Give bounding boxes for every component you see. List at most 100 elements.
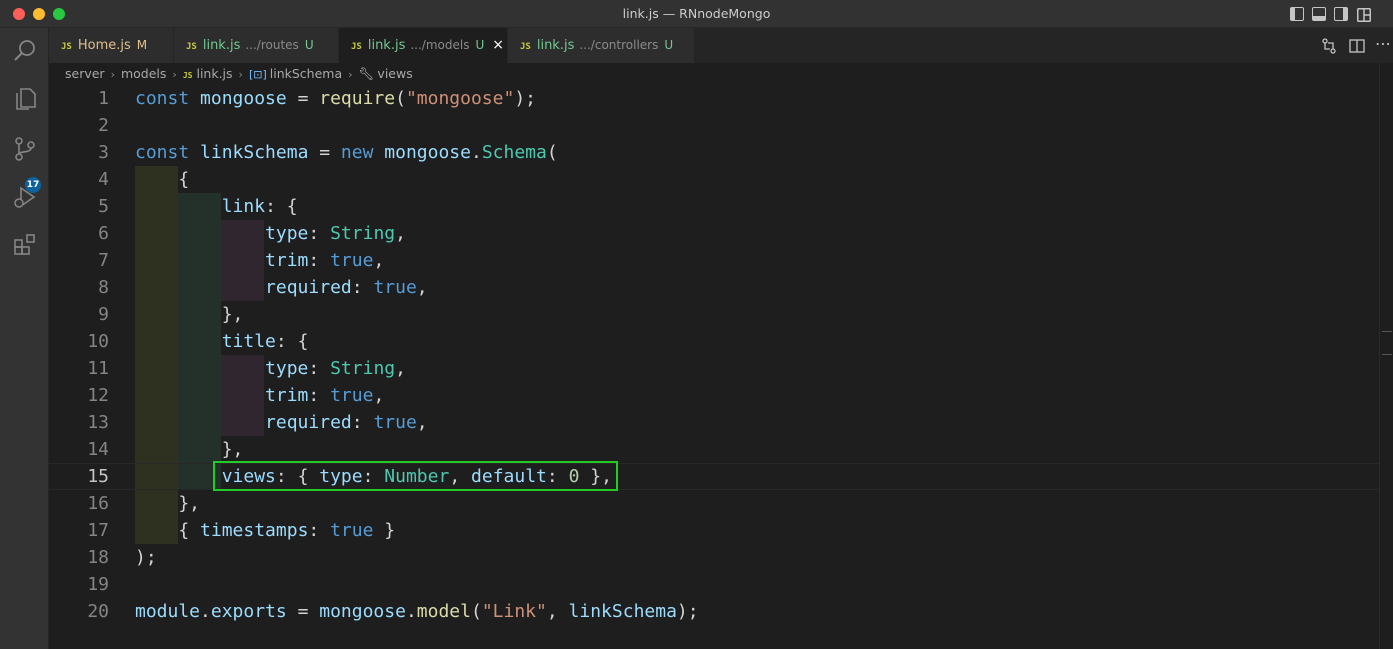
line-number: 18 <box>87 547 109 568</box>
javascript-file-icon: JS <box>182 71 193 80</box>
line-number: 17 <box>87 520 109 541</box>
scrollbar-cursor-marker <box>1382 331 1392 355</box>
tab-link-js-controllers[interactable]: JS link.js .../controllers U <box>508 28 695 63</box>
close-tab-icon[interactable]: × <box>492 37 504 53</box>
code-line: 14 }, <box>49 436 1379 463</box>
toggle-secondary-sidebar-icon[interactable] <box>1334 7 1348 21</box>
code-text: }, <box>135 304 244 325</box>
code-line: 8 required: true, <box>49 274 1379 301</box>
tab-label: Home.js <box>77 38 131 53</box>
tab-directory: .../controllers <box>579 38 659 52</box>
code-text: title: { <box>221 331 309 352</box>
code-text: required: true, <box>265 277 428 298</box>
breadcrumb-item-views[interactable]: views <box>377 66 412 81</box>
code-line: 2 <box>49 112 1379 139</box>
code-text: required: true, <box>265 412 428 433</box>
breadcrumb: server › models › JS link.js › [⊡] linkSchema › 🔧︎… <box>49 63 1379 85</box>
extensions-icon[interactable] <box>12 232 38 258</box>
code-line: 17 { timestamps: true } <box>49 517 1379 544</box>
code-text: const mongoose = require("mongoose"); <box>135 88 537 109</box>
line-number: 4 <box>98 169 109 190</box>
tab-link-js-models[interactable]: JS link.js .../models U × <box>339 28 508 63</box>
line-number: 6 <box>98 223 109 244</box>
breadcrumb-item-models[interactable]: models <box>121 66 166 81</box>
code-text: module.exports = mongoose.model("Link", … <box>135 601 699 622</box>
code-text: { <box>135 169 190 190</box>
toggle-primary-sidebar-icon[interactable] <box>1290 7 1304 21</box>
toggle-panel-icon[interactable] <box>1312 7 1326 21</box>
tab-label: link.js <box>202 38 241 53</box>
line-number: 12 <box>87 385 109 406</box>
code-line: 5 link: { <box>49 193 1379 220</box>
explorer-icon[interactable] <box>12 86 38 112</box>
customize-layout-icon[interactable] <box>1357 7 1371 22</box>
line-number: 9 <box>98 304 109 325</box>
split-editor-icon[interactable] <box>1349 38 1365 58</box>
line-number: 7 <box>98 250 109 271</box>
code-text: }, <box>135 493 201 514</box>
code-text: { timestamps: true } <box>135 520 396 541</box>
tab-label: link.js <box>536 38 575 53</box>
line-number: 2 <box>98 115 109 136</box>
chevron-right-icon: › <box>172 68 177 81</box>
code-text: }, <box>135 439 244 460</box>
title-bar: link.js — RNnodeMongo <box>0 0 1393 28</box>
code-text: type: String, <box>265 358 406 379</box>
tab-directory: .../models <box>410 38 470 52</box>
editor-tab-bar: JS Home.js M JS link.js .../routes U JS link.j… <box>49 28 1393 63</box>
code-line: 20 module.exports = mongoose.model("Link… <box>49 598 1379 625</box>
code-line: 7 trim: true, <box>49 247 1379 274</box>
vertical-scrollbar[interactable] <box>1379 63 1393 649</box>
code-text: const linkSchema = new mongoose.Schema( <box>135 142 558 163</box>
more-actions-icon[interactable]: ⋯ <box>1375 34 1391 53</box>
open-changes-icon[interactable] <box>1321 38 1337 58</box>
code-line: 12 trim: true, <box>49 382 1379 409</box>
code-line: 13 required: true, <box>49 409 1379 436</box>
tab-link-js-routes[interactable]: JS link.js .../routes U <box>174 28 339 63</box>
javascript-file-icon: JS <box>186 42 197 52</box>
symbol-property-icon: 🔧︎ <box>358 66 375 81</box>
code-line: 10 title: { <box>49 328 1379 355</box>
git-status-untracked: U <box>304 38 314 52</box>
javascript-file-icon: JS <box>520 42 531 52</box>
line-number: 10 <box>87 331 109 352</box>
window-title: link.js — RNnodeMongo <box>622 6 771 21</box>
code-line: 3 const linkSchema = new mongoose.Schema… <box>49 139 1379 166</box>
breadcrumb-item-server[interactable]: server <box>65 66 105 81</box>
search-icon[interactable] <box>12 38 38 64</box>
git-status-untracked: U <box>664 38 674 52</box>
line-number: 3 <box>98 142 109 163</box>
tab-home-js[interactable]: JS Home.js M <box>49 28 174 63</box>
line-number: 14 <box>87 439 109 460</box>
line-number: 15 <box>87 466 109 487</box>
symbol-variable-icon: [⊡] <box>248 68 267 81</box>
code-text: trim: true, <box>265 385 385 406</box>
chevron-right-icon: › <box>348 68 353 81</box>
line-number: 16 <box>87 493 109 514</box>
code-line: 11 type: String, <box>49 355 1379 382</box>
code-editor[interactable]: 1 const mongoose = require("mongoose"); … <box>49 85 1379 649</box>
code-line: 4 { <box>49 166 1379 193</box>
editor-actions: ⋯ <box>1303 28 1393 63</box>
annotation-highlight-box <box>213 461 618 491</box>
line-number: 19 <box>87 574 109 595</box>
breadcrumb-item-file[interactable]: link.js <box>196 66 232 81</box>
line-number: 8 <box>98 277 109 298</box>
code-text: trim: true, <box>265 250 385 271</box>
breadcrumb-item-linkschema[interactable]: linkSchema <box>270 66 342 81</box>
chevron-right-icon: › <box>238 68 243 81</box>
code-text: ); <box>135 547 157 568</box>
git-status-untracked: U <box>475 38 485 52</box>
line-number: 11 <box>87 358 109 379</box>
javascript-file-icon: JS <box>351 42 362 52</box>
source-control-icon[interactable] <box>12 136 38 162</box>
tab-label: link.js <box>367 38 406 53</box>
code-line: 9 }, <box>49 301 1379 328</box>
run-debug-icon[interactable] <box>12 184 38 210</box>
git-status-modified: M <box>136 38 148 52</box>
chevron-right-icon: › <box>110 68 115 81</box>
code-line: 19 <box>49 571 1379 598</box>
code-line: 1 const mongoose = require("mongoose"); <box>49 85 1379 112</box>
javascript-file-icon: JS <box>61 42 72 52</box>
code-line: 18 ); <box>49 544 1379 571</box>
